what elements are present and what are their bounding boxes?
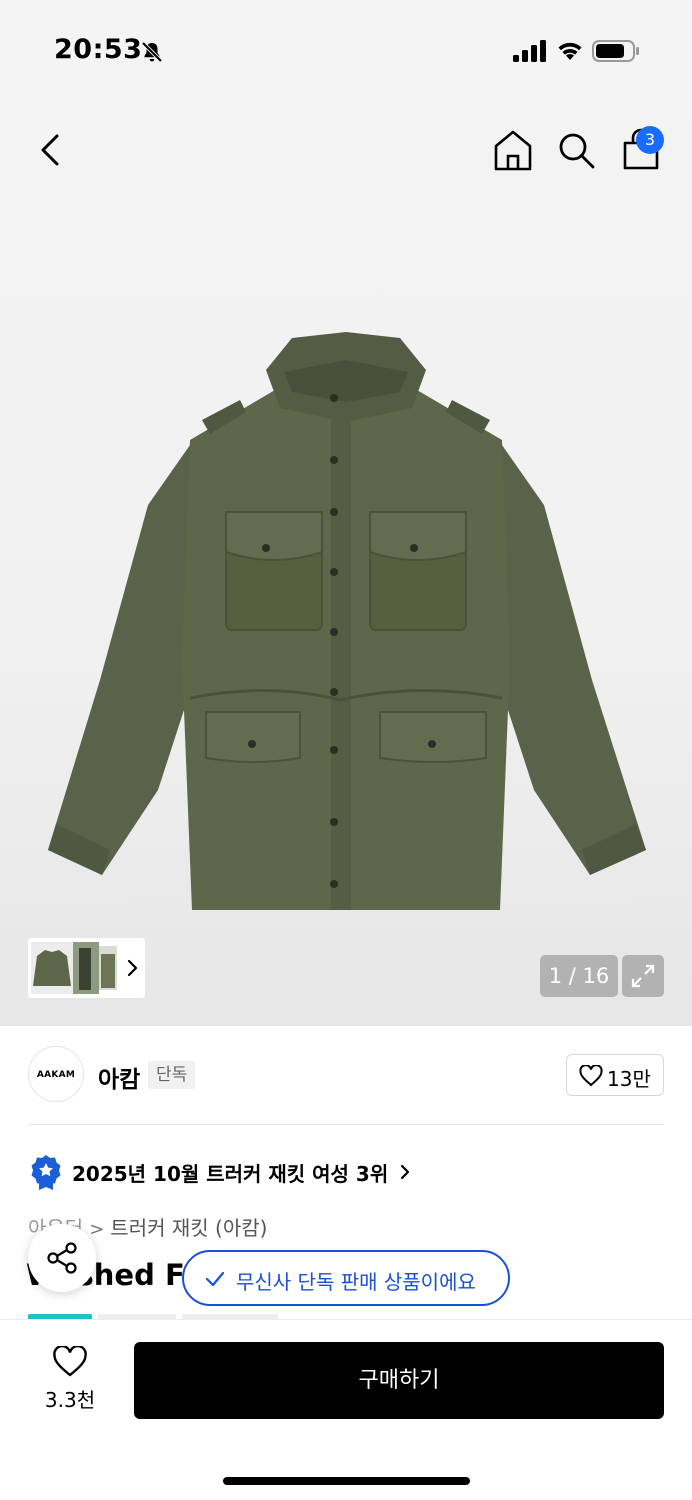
ranking-badge-icon (31, 1155, 61, 1190)
brand-like-count: 13만 (607, 1067, 651, 1091)
expand-button[interactable] (622, 955, 664, 997)
wifi-icon (558, 42, 582, 60)
image-counter: 1 / 16 (540, 955, 618, 997)
home-icon[interactable] (492, 128, 534, 172)
back-icon[interactable] (30, 128, 70, 172)
status-time: 20:53 (54, 34, 143, 65)
thumbnail-strip[interactable] (28, 938, 145, 998)
ranking-link[interactable]: 2025년 10월 트러커 재킷 여성 3위 (30, 1152, 630, 1192)
status-bar: 20:53 (0, 0, 692, 100)
divider (28, 1124, 664, 1125)
exclusive-toast-text: 무신사 단독 판매 상품이에요 (236, 1270, 476, 1294)
share-icon (47, 1242, 77, 1274)
ranking-text[interactable]: 2025년 10월 트러커 재킷 여성 3위 (72, 1158, 388, 1187)
exclusive-tag: 단독 (148, 1061, 196, 1089)
brand-name[interactable]: 아캄 (98, 1060, 140, 1094)
exclusive-toast: 무신사 단독 판매 상품이에요 (182, 1250, 510, 1306)
bell-off-icon (141, 41, 163, 63)
heart-icon (579, 1065, 603, 1087)
buy-button[interactable]: 구매하기 (134, 1342, 664, 1419)
signal-icon (513, 40, 546, 62)
breadcrumb-subcategory[interactable]: 트러커 재킷 (아캄) (110, 1216, 267, 1240)
brand-logo[interactable]: AAKAM (28, 1046, 84, 1102)
thumbnail-image[interactable] (31, 942, 117, 994)
brand-like-button[interactable]: 13만 (566, 1054, 664, 1096)
battery-icon (592, 40, 639, 62)
cart-count-badge: 3 (636, 126, 664, 154)
search-icon[interactable] (556, 130, 596, 170)
product-gallery[interactable]: 20:53 3 1 / 16 (0, 0, 692, 1026)
product-image[interactable] (40, 330, 652, 920)
wishlist-count: 3.3천 (44, 1388, 96, 1412)
check-icon (205, 1271, 225, 1287)
home-indicator[interactable] (223, 1477, 470, 1485)
chevron-right-icon[interactable] (124, 954, 142, 982)
wishlist-button[interactable]: 3.3천 (34, 1344, 106, 1414)
share-button[interactable] (28, 1224, 96, 1292)
chevron-right-icon (400, 1164, 410, 1180)
heart-icon (53, 1346, 87, 1377)
expand-icon (631, 964, 655, 988)
